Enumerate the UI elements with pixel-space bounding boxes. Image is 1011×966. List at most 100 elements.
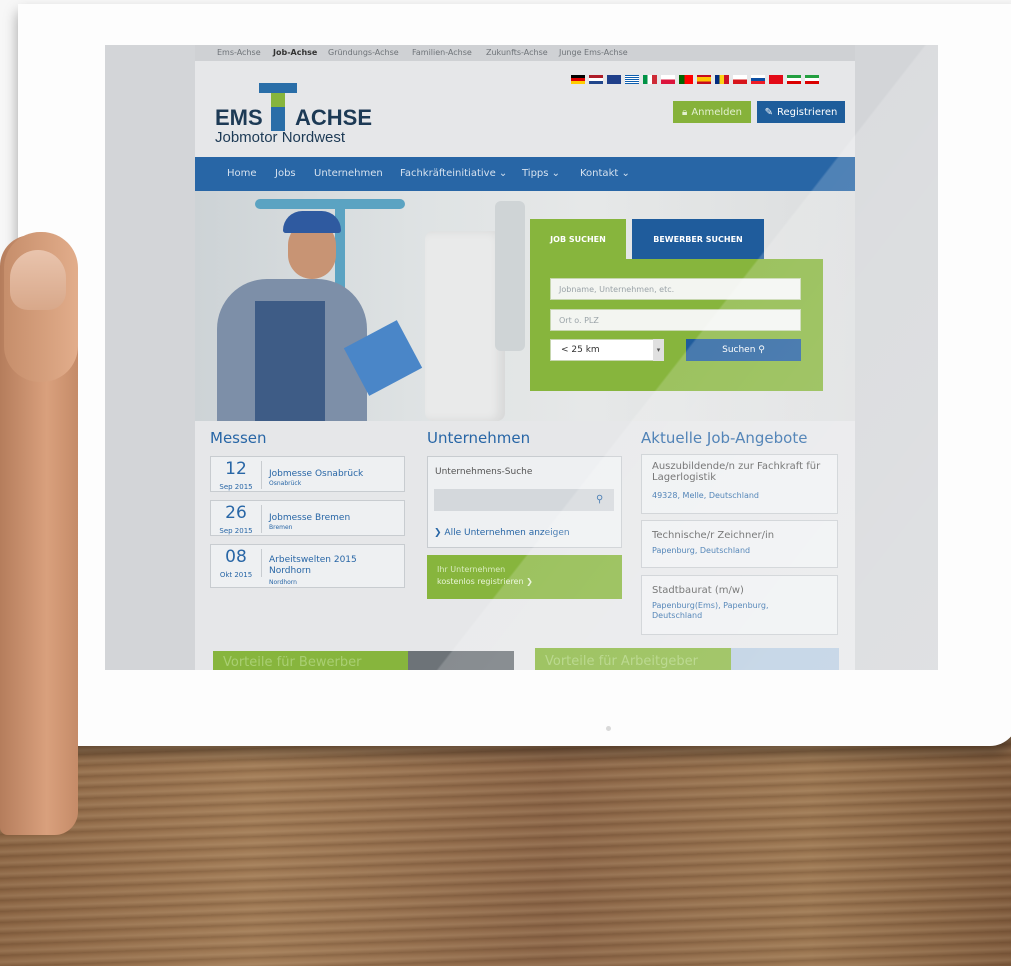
flag-uk-icon[interactable] [607, 75, 621, 84]
event-divider [261, 549, 262, 577]
chevron-right-icon: ❯ [526, 577, 533, 586]
hero-boiler [425, 231, 505, 421]
jobs-title: Aktuelle Job-Angebote [641, 429, 808, 447]
lock-icon: 🔒︎ [681, 106, 688, 118]
event-divider [261, 461, 262, 489]
job-offer-location: Papenburg(Ems), Papenburg, Deutschland [652, 601, 769, 620]
job-offer-title: Auszubildende/n zur Fachkraft für Lagerl… [652, 461, 821, 483]
benefits-employers-banner[interactable]: Vorteile für Arbeitgeber [535, 648, 731, 670]
tablet-camera-dot [606, 726, 611, 731]
tablet-screen: Ems-Achse Job-Achse Gründungs-Achse Fami… [105, 45, 938, 670]
benefits-employers-image [731, 648, 839, 670]
flag-pt-icon[interactable] [679, 75, 693, 84]
topnav-job-achse[interactable]: Job-Achse [273, 48, 317, 57]
company-search-input[interactable] [434, 489, 614, 511]
flag-cz-icon[interactable] [733, 75, 747, 84]
event-city: Bremen [269, 524, 293, 531]
job-search-panel: Jobname, Unternehmen, etc. Ort o. PLZ < … [530, 259, 823, 391]
search-tabs: JOB SUCHEN BEWERBER SUCHEN [530, 219, 770, 259]
pencil-icon: ✎ [764, 106, 774, 118]
worker-cap [283, 211, 341, 233]
event-item[interactable]: 12 Sep 2015 Jobmesse Osnabrück Osnabrück [210, 456, 405, 492]
event-city: Nordhorn [269, 579, 297, 586]
company-register-box[interactable]: Ihr Unternehmen kostenlos registrieren ❯ [427, 555, 622, 599]
event-item[interactable]: 26 Sep 2015 Jobmesse Bremen Bremen [210, 500, 405, 536]
hero-pipe [255, 199, 405, 209]
job-search-input[interactable]: Jobname, Unternehmen, etc. [550, 278, 801, 300]
event-name: Jobmesse Osnabrück [269, 469, 364, 479]
event-divider [261, 505, 262, 533]
login-button[interactable]: 🔒︎ Anmelden [673, 101, 751, 123]
topnav-junge-ems-achse[interactable]: Junge Ems-Achse [559, 48, 628, 57]
flag-nl-icon[interactable] [589, 75, 603, 84]
flag-it-icon[interactable] [643, 75, 657, 84]
tab-bewerber-suchen[interactable]: BEWERBER SUCHEN [632, 219, 764, 259]
search-button[interactable]: Suchen ⚲ [686, 339, 801, 361]
thumbnail [10, 250, 66, 310]
event-name: Arbeitswelten 2015 Nordhorn [269, 555, 357, 576]
event-city: Osnabrück [269, 480, 302, 487]
job-offer-title: Technische/r Zeichner/in [652, 530, 775, 541]
topnav-gruendungs-achse[interactable]: Gründungs-Achse [328, 48, 399, 57]
benefits-applicants-label: Vorteile für Bewerber [223, 655, 362, 670]
company-register-line2: kostenlos registrieren [437, 577, 524, 586]
event-month: Sep 2015 [219, 483, 253, 491]
company-search-label: Unternehmens-Suche [435, 467, 533, 477]
chevron-right-icon: ❯ [434, 528, 442, 538]
job-offer-item[interactable]: Auszubildende/n zur Fachkraft für Lagerl… [641, 454, 838, 514]
event-month: Sep 2015 [219, 527, 253, 535]
nav-jobs[interactable]: Jobs [275, 168, 296, 179]
flag-pl-icon[interactable] [661, 75, 675, 84]
logo-t-accent [271, 93, 285, 107]
benefits-applicants-banner[interactable]: Vorteile für Bewerber [213, 651, 408, 670]
nav-kontakt[interactable]: Kontakt ⌄ [580, 168, 630, 179]
logo-subtitle: Jobmotor Nordwest [215, 129, 346, 146]
radius-select[interactable]: < 25 km [550, 339, 664, 361]
tab-job-suchen[interactable]: JOB SUCHEN [530, 219, 626, 259]
nav-fachkraefteinitiative[interactable]: Fachkräfteinitiative ⌄ [400, 168, 507, 179]
topnav-zukunfts-achse[interactable]: Zukunfts-Achse [486, 48, 548, 57]
event-day: 12 [225, 459, 247, 479]
screen-margin-left [105, 45, 195, 670]
flag-sk-icon[interactable] [751, 75, 765, 84]
topnav-familien-achse[interactable]: Familien-Achse [412, 48, 472, 57]
all-companies-link[interactable]: ❯ Alle Unternehmen anzeigen [434, 528, 570, 538]
job-offer-item[interactable]: Stadtbaurat (m/w) Papenburg(Ems), Papenb… [641, 575, 838, 635]
location-input[interactable]: Ort o. PLZ [550, 309, 801, 331]
flag-other-icon[interactable] [805, 75, 819, 84]
all-companies-label: Alle Unternehmen anzeigen [444, 528, 570, 538]
job-offer-item[interactable]: Technische/r Zeichner/in Papenburg, Deut… [641, 520, 838, 568]
company-register-link[interactable]: kostenlos registrieren ❯ [437, 577, 533, 586]
flag-ir-icon[interactable] [787, 75, 801, 84]
register-button[interactable]: ✎ Registrieren [757, 101, 845, 123]
website-page: Ems-Achse Job-Achse Gründungs-Achse Fami… [195, 45, 855, 670]
worker-overall [255, 301, 325, 421]
job-offer-location: 49328, Melle, Deutschland [652, 491, 760, 500]
event-day: 08 [225, 547, 247, 567]
event-item[interactable]: 08 Okt 2015 Arbeitswelten 2015 Nordhorn … [210, 544, 405, 588]
topnav-ems-achse[interactable]: Ems-Achse [217, 48, 261, 57]
company-search-box: Unternehmens-Suche ⚲ ❯ Alle Unternehmen … [427, 456, 622, 548]
search-icon[interactable]: ⚲ [596, 494, 603, 505]
flag-es-icon[interactable] [697, 75, 711, 84]
login-label: Anmelden [691, 106, 743, 118]
flag-gr-icon[interactable] [625, 75, 639, 84]
chevron-down-icon[interactable]: ▾ [653, 339, 664, 361]
ems-achse-logo[interactable]: EMS ACHSE Jobmotor Nordwest [213, 83, 383, 153]
nav-tipps[interactable]: Tipps ⌄ [522, 168, 560, 179]
event-day: 26 [225, 503, 247, 523]
main-navigation: Home Jobs Unternehmen Fachkräfteinitiati… [195, 157, 855, 191]
benefits-applicants-image [408, 651, 514, 670]
event-name: Jobmesse Bremen [269, 513, 351, 523]
wooden-desk [0, 735, 1011, 966]
flag-de-icon[interactable] [571, 75, 585, 84]
nav-unternehmen[interactable]: Unternehmen [314, 168, 383, 179]
flag-tr-icon[interactable] [769, 75, 783, 84]
flag-ro-icon[interactable] [715, 75, 729, 84]
portal-topbar: Ems-Achse Job-Achse Gründungs-Achse Fami… [195, 45, 855, 61]
search-button-label: Suchen [722, 345, 756, 355]
hero-tank [495, 201, 525, 351]
nav-home[interactable]: Home [227, 168, 257, 179]
hero-banner: JOB SUCHEN BEWERBER SUCHEN Jobname, Unte… [195, 191, 855, 421]
logo-text-achse: ACHSE [295, 105, 373, 130]
